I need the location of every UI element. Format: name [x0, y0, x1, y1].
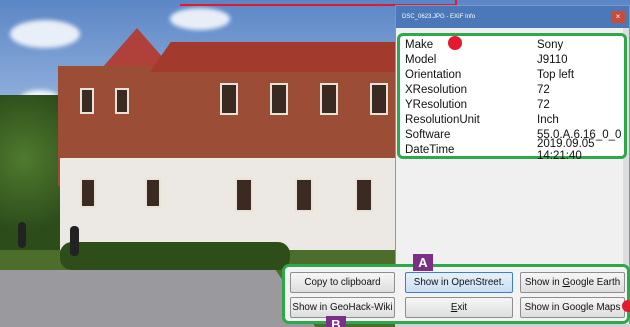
- exif-metadata-table: Make Sony Model J9110 Orientation Top left XRe…: [397, 33, 627, 162]
- close-icon[interactable]: ×: [611, 11, 625, 23]
- window: [320, 83, 338, 115]
- window: [220, 83, 238, 115]
- metadata-value: Top left: [537, 68, 575, 81]
- window: [370, 83, 388, 115]
- metadata-key: Orientation: [405, 68, 462, 81]
- cloud: [170, 8, 230, 30]
- metadata-key: Make: [405, 38, 434, 51]
- window-titlebar: DSC_0623.JPG - EXIF Info ×: [396, 6, 629, 28]
- window: [270, 83, 288, 115]
- metadata-key: DateTime: [405, 143, 455, 156]
- button-label: xit: [457, 302, 468, 313]
- metadata-value: Inch: [537, 113, 559, 126]
- metadata-value: 72: [537, 98, 550, 111]
- show-in-google-earth-button[interactable]: Show in Google Earth: [520, 272, 625, 293]
- button-label: oogle Earth: [570, 277, 621, 288]
- window-title: DSC_0623.JPG - EXIF Info: [402, 14, 476, 20]
- metadata-row: XResolution 72: [400, 82, 624, 97]
- hedge: [60, 242, 290, 270]
- button-label: Show in: [524, 277, 563, 288]
- metadata-value: 72: [537, 83, 550, 96]
- button-label-accel: G: [562, 277, 571, 288]
- metadata-value: 2019.09.05 14:21:40: [537, 137, 595, 162]
- metadata-row: YResolution 72: [400, 97, 624, 112]
- window: [295, 178, 313, 212]
- window: [145, 178, 161, 208]
- show-in-google-maps-button[interactable]: Show in Google Maps: [520, 297, 625, 318]
- metadata-key: YResolution: [405, 98, 468, 111]
- metadata-key: ResolutionUnit: [405, 113, 480, 126]
- metadata-value: Sony: [537, 38, 564, 51]
- person: [70, 226, 79, 256]
- exit-button[interactable]: Exit: [405, 297, 513, 318]
- window: [355, 178, 373, 212]
- window: [80, 178, 96, 208]
- building: [40, 28, 440, 258]
- main-roof: [150, 42, 410, 72]
- action-button-panel: Copy to clipboard Show in OpenStreet. Sh…: [282, 264, 630, 324]
- person: [18, 222, 26, 248]
- metadata-row: Make Sony: [400, 37, 624, 52]
- metadata-row: DateTime 2019.09.05 14:21:40: [400, 138, 624, 162]
- show-in-openstreet-button[interactable]: Show in OpenStreet.: [405, 272, 513, 293]
- badge-a: A: [413, 254, 433, 271]
- callout-marker: [622, 300, 630, 312]
- metadata-row: Orientation Top left: [400, 67, 624, 82]
- lower-wall: [60, 158, 405, 253]
- callout-marker: [448, 36, 462, 50]
- window: [115, 88, 129, 114]
- metadata-value: J9110: [537, 53, 568, 66]
- metadata-key: Software: [405, 128, 451, 141]
- metadata-key: XResolution: [405, 83, 468, 96]
- metadata-row: Model J9110: [400, 52, 624, 67]
- metadata-row: ResolutionUnit Inch: [400, 112, 624, 127]
- window: [80, 88, 94, 114]
- show-in-geohack-wiki-button[interactable]: Show in GeoHack-Wiki: [290, 297, 395, 318]
- metadata-key: Model: [405, 53, 437, 66]
- copy-to-clipboard-button[interactable]: Copy to clipboard: [290, 272, 395, 293]
- badge-b: B: [326, 316, 346, 327]
- window: [235, 178, 253, 212]
- footpath: [0, 270, 325, 327]
